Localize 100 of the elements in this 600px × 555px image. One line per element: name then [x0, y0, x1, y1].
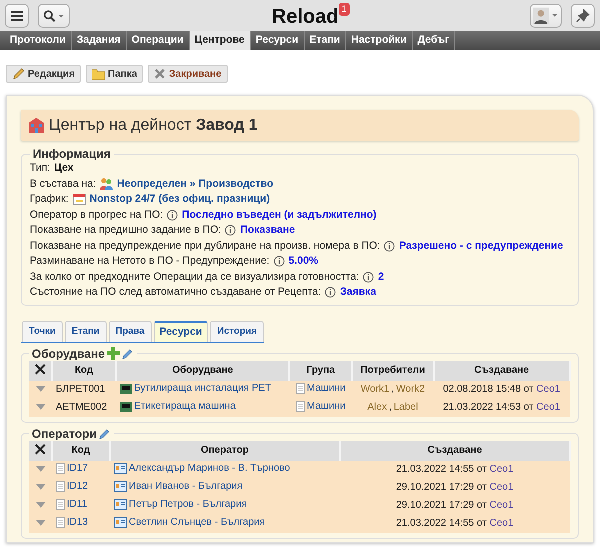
nav-tab[interactable]: Центрове — [190, 31, 251, 50]
field-label: Разминаване на Нетото в ПО - Предупреждение: — [30, 254, 270, 269]
field-label: Оператор в прогрес на ПО: — [30, 208, 164, 222]
dropdown-icon[interactable] — [36, 386, 46, 392]
pin-icon — [576, 8, 590, 22]
close-button[interactable]: Закриване — [148, 65, 228, 83]
close-icon — [154, 68, 166, 80]
user-link[interactable]: Ceo1 — [490, 518, 514, 529]
building-icon — [28, 117, 45, 134]
separator: , — [389, 402, 392, 413]
notification-badge[interactable]: 1 — [338, 3, 350, 16]
search-button[interactable] — [38, 4, 70, 28]
user-link[interactable]: Ceo1 — [490, 482, 514, 493]
document-icon — [56, 462, 65, 474]
field-label: Тип: — [30, 161, 50, 176]
table-cell: 21.03.2022 14:55 от — [396, 464, 487, 475]
column-header: Създаване — [340, 440, 570, 460]
nav-tab[interactable]: Дебъг — [412, 31, 456, 50]
dropdown-icon[interactable] — [36, 404, 46, 410]
column-header: Код — [52, 360, 116, 380]
menu-icon — [10, 10, 24, 22]
user-link[interactable]: Ceo1 — [490, 464, 514, 475]
search-icon — [43, 8, 65, 22]
section-tab[interactable]: Точки — [22, 320, 63, 342]
document-icon — [296, 400, 306, 412]
nav-tab[interactable]: Етапи — [304, 31, 346, 50]
section-tab[interactable]: Етапи — [64, 320, 107, 342]
field-label: За колко от предходните Операции да се визуализира готовността: — [30, 270, 360, 284]
field-label: Състояние на ПО след автоматично създаване от Рецепта: — [30, 285, 322, 300]
field-label: Показване на предишно задание в ПО: — [30, 223, 222, 238]
section-tab[interactable]: История — [210, 320, 264, 342]
user-link[interactable]: Work1 — [360, 384, 390, 395]
field-label: График: — [30, 192, 69, 207]
column-header: Код — [52, 440, 110, 460]
pencil-icon — [12, 68, 25, 80]
table-cell: БЛРЕТ001 — [52, 380, 116, 398]
table-cell: 21.03.2022 14:55 от — [396, 518, 487, 529]
nav-tab[interactable]: Настройки — [346, 31, 413, 50]
user-link[interactable]: Label — [394, 402, 418, 413]
setting-value[interactable]: 2 — [378, 270, 384, 285]
user-link[interactable]: Ceo1 — [536, 402, 560, 413]
dropdown-icon[interactable] — [36, 466, 46, 472]
id-card-icon — [114, 480, 127, 492]
document-icon — [56, 516, 65, 528]
table-cell: 29.10.2021 17:29 от — [396, 482, 487, 493]
pin-button[interactable] — [571, 4, 595, 28]
setting-value[interactable]: 5.00% — [288, 254, 318, 270]
user-link[interactable]: Alex — [368, 402, 388, 413]
app-title: Reload — [272, 5, 339, 30]
nav-tab[interactable]: Задания — [72, 31, 127, 50]
dropdown-icon[interactable] — [36, 502, 46, 508]
field-label: Показване на предупреждение при дублиране на произв. номера в ПО: — [30, 238, 380, 254]
table-cell: 02.08.2018 15:48 от — [443, 384, 534, 395]
setting-value[interactable]: Последно въведен (и задължително) — [182, 208, 377, 223]
setting-value[interactable]: Разрешено - с предупреждение — [399, 238, 564, 254]
setting-value[interactable]: Заявка — [340, 285, 376, 300]
edit-button[interactable]: Редакция — [6, 65, 82, 83]
section-legend: Оборудване — [32, 346, 106, 360]
section-tab[interactable]: Права — [108, 320, 152, 342]
field-label: В състава на: — [30, 176, 96, 192]
nav-tab[interactable]: Протоколи — [5, 31, 72, 50]
page-title: Център на дейност Завод 1 — [49, 116, 258, 134]
user-menu-button[interactable] — [530, 4, 562, 28]
field-link[interactable]: Nonstop 24/7 (без офиц. празници) — [90, 192, 270, 208]
document-icon — [296, 382, 306, 394]
nav-tab[interactable]: Ресурси — [250, 31, 305, 50]
field-link[interactable]: Неопределен » Производство — [117, 176, 274, 192]
table-cell: АЕТМЕ002 — [52, 398, 116, 416]
user-link[interactable]: Ceo1 — [490, 500, 514, 511]
id-card-icon — [114, 462, 127, 474]
section-tab[interactable]: Ресурси — [154, 320, 208, 342]
setting-value[interactable]: Показване — [240, 223, 296, 238]
column-header: Създаване — [434, 360, 570, 380]
document-icon — [56, 498, 65, 510]
separator: , — [392, 384, 394, 395]
people-icon — [100, 178, 114, 190]
dropdown-icon[interactable] — [36, 484, 46, 490]
section-legend: Информация — [30, 147, 114, 161]
user-link[interactable]: Ceo1 — [536, 384, 560, 395]
dropdown-icon[interactable] — [36, 520, 46, 526]
tools-icon — [34, 364, 46, 374]
add-icon[interactable] — [107, 347, 120, 360]
user-link[interactable]: Work2 — [396, 384, 426, 395]
document-icon — [56, 480, 65, 492]
machine-icon — [120, 400, 132, 412]
section-legend: Оператори — [32, 426, 98, 440]
info-icon — [363, 272, 374, 283]
folder-button[interactable]: Папка — [86, 65, 144, 83]
id-card-icon — [114, 498, 127, 510]
info-icon — [167, 210, 178, 221]
id-card-icon — [114, 516, 127, 528]
table-cell: 29.10.2021 17:29 от — [396, 500, 487, 511]
info-icon — [274, 256, 285, 268]
menu-button[interactable] — [5, 4, 29, 28]
field-value: Цех — [54, 161, 74, 176]
column-header: Оператор — [110, 440, 340, 460]
column-header: Оборудване — [116, 360, 290, 380]
info-icon — [225, 225, 236, 236]
column-header: Група — [289, 360, 352, 380]
tools-icon — [34, 444, 46, 454]
